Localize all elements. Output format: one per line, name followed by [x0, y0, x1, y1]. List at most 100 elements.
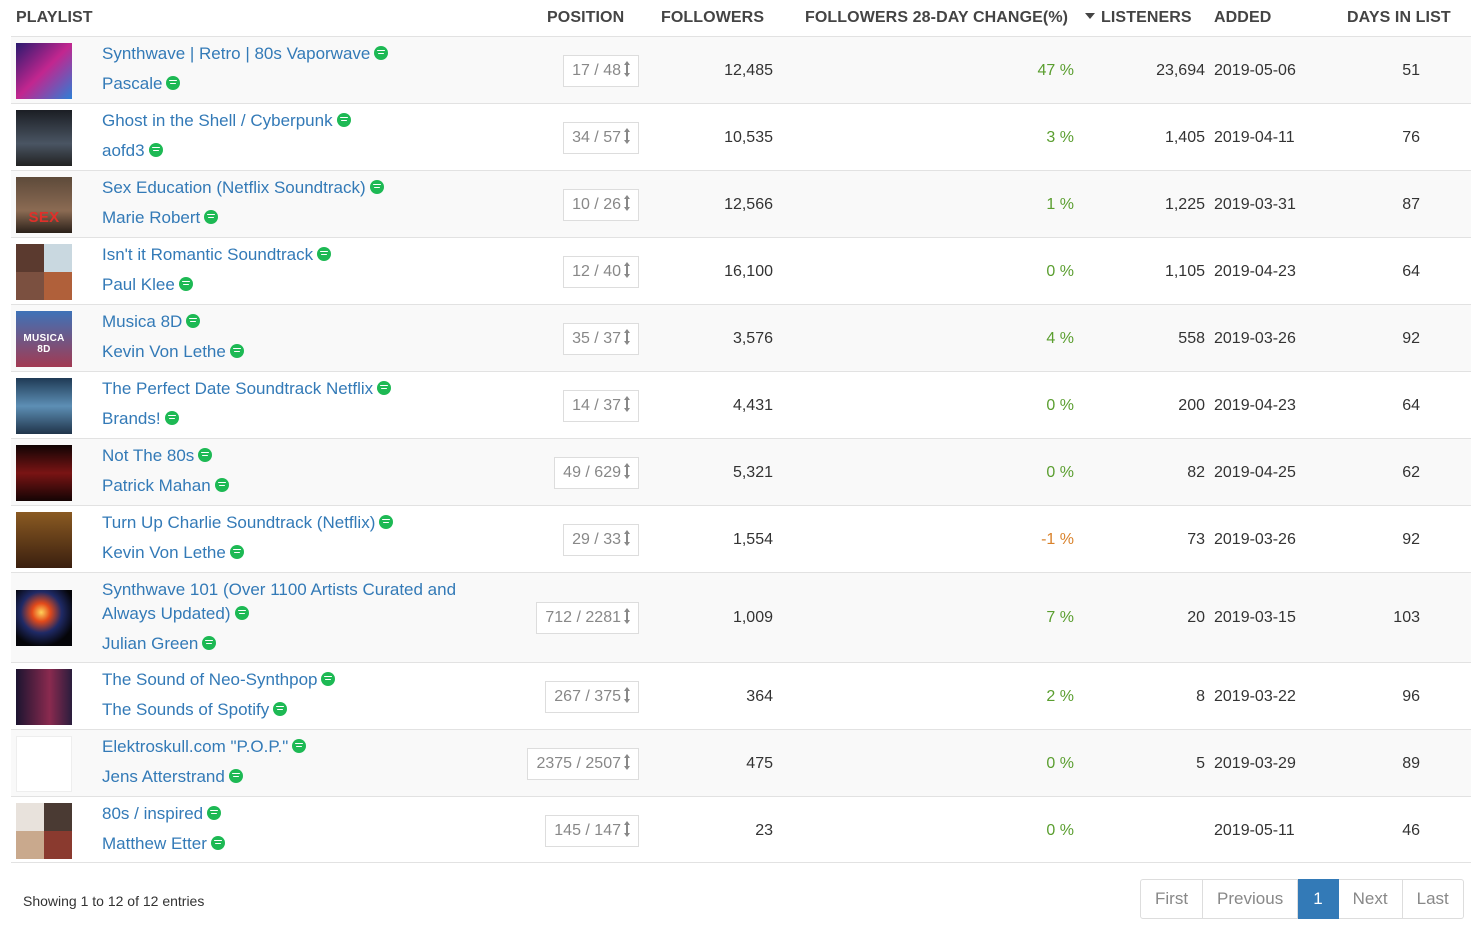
listeners-value: 200: [1178, 397, 1205, 414]
spotify-icon[interactable]: [214, 477, 229, 492]
playlist-cover-image[interactable]: SEX: [16, 177, 72, 233]
column-header-playlist[interactable]: PLAYLIST: [16, 9, 93, 27]
position-box[interactable]: 17 / 48: [563, 55, 639, 87]
playlist-cover-image[interactable]: [16, 244, 72, 300]
spotify-icon[interactable]: [229, 544, 244, 559]
spotify-icon[interactable]: [164, 410, 179, 425]
table-row: Not The 80s Patrick Mahan 49 / 629 5,321 0 %…: [11, 438, 1471, 505]
spotify-icon[interactable]: [336, 112, 351, 127]
spotify-icon[interactable]: [210, 835, 225, 850]
playlist-title-text: Sex Education (Netflix Soundtrack): [102, 178, 366, 197]
column-header-position[interactable]: POSITION: [547, 9, 624, 27]
spotify-icon[interactable]: [202, 635, 217, 650]
followers-change-value: 0 %: [1046, 397, 1074, 414]
playlist-owner-link[interactable]: Marie Robert: [102, 206, 219, 230]
spotify-icon[interactable]: [207, 805, 222, 820]
playlist-owner-link[interactable]: Matthew Etter: [102, 832, 225, 856]
position-box[interactable]: 12 / 40: [563, 256, 639, 288]
sort-desc-icon: [1085, 12, 1095, 19]
days-in-list-value: 92: [1402, 330, 1420, 347]
spotify-icon[interactable]: [166, 75, 181, 90]
playlist-cover-image[interactable]: MUSICA 8D: [16, 311, 72, 367]
pagination-page-button[interactable]: 1: [1298, 879, 1339, 919]
playlist-cover-image[interactable]: [16, 736, 72, 792]
playlist-owner-link[interactable]: Brands!: [102, 407, 179, 431]
column-header-listeners[interactable]: LISTENERS: [1085, 9, 1192, 27]
spotify-icon[interactable]: [178, 276, 193, 291]
spotify-icon[interactable]: [229, 343, 244, 358]
playlist-owner-link[interactable]: Kevin Von Lethe: [102, 340, 244, 364]
position-box[interactable]: 34 / 57: [563, 122, 639, 154]
playlist-cover-image[interactable]: [16, 669, 72, 725]
playlist-title-text: Ghost in the Shell / Cyberpunk: [102, 111, 333, 130]
playlist-cover-image[interactable]: [16, 378, 72, 434]
spotify-icon[interactable]: [198, 447, 213, 462]
table-row: Elektroskull.com "P.O.P." Jens Atterstran…: [11, 729, 1471, 796]
playlist-title-link[interactable]: Synthwave | Retro | 80s Vaporwave: [102, 42, 472, 66]
playlist-title-link[interactable]: Elektroskull.com "P.O.P.": [102, 735, 472, 759]
playlist-cover-image[interactable]: [16, 445, 72, 501]
followers-value: 23: [755, 822, 773, 839]
playlist-owner-link[interactable]: aofd3: [102, 139, 163, 163]
playlist-owner-link[interactable]: Jens Atterstrand: [102, 765, 243, 789]
playlist-title-link[interactable]: Turn Up Charlie Soundtrack (Netflix): [102, 511, 472, 535]
playlist-owner-text: Kevin Von Lethe: [102, 342, 226, 361]
playlist-title-link[interactable]: 80s / inspired: [102, 802, 472, 826]
playlist-title-link[interactable]: Isn't it Romantic Soundtrack: [102, 243, 472, 267]
pagination-next-button[interactable]: Next: [1338, 879, 1403, 919]
playlist-cover-image[interactable]: [16, 110, 72, 166]
playlist-owner-link[interactable]: Patrick Mahan: [102, 474, 229, 498]
playlist-cover-image[interactable]: [16, 43, 72, 99]
playlist-title-link[interactable]: The Perfect Date Soundtrack Netflix: [102, 377, 472, 401]
playlist-title-link[interactable]: Not The 80s: [102, 444, 472, 468]
cover-text: MUSICA 8D: [23, 333, 65, 355]
position-box[interactable]: 49 / 629: [554, 457, 639, 489]
position-box[interactable]: 35 / 37: [563, 323, 639, 355]
position-box[interactable]: 2375 / 2507: [527, 748, 639, 780]
playlist-title-link[interactable]: Ghost in the Shell / Cyberpunk: [102, 109, 472, 133]
column-header-added[interactable]: ADDED: [1214, 9, 1271, 27]
playlist-owner-link[interactable]: Kevin Von Lethe: [102, 541, 244, 565]
spotify-icon[interactable]: [234, 605, 249, 620]
spotify-icon[interactable]: [292, 738, 307, 753]
spotify-icon[interactable]: [321, 671, 336, 686]
pagination-first-button[interactable]: First: [1140, 879, 1204, 919]
pagination-previous-button[interactable]: Previous: [1203, 879, 1299, 919]
pagination-last-button[interactable]: Last: [1402, 879, 1464, 919]
position-box[interactable]: 10 / 26: [563, 189, 639, 221]
spotify-icon[interactable]: [204, 209, 219, 224]
spotify-icon[interactable]: [379, 514, 394, 529]
added-date-value: 2019-03-26: [1214, 531, 1296, 548]
playlist-cover-image[interactable]: [16, 803, 72, 859]
spotify-icon[interactable]: [369, 179, 384, 194]
spotify-icon[interactable]: [317, 246, 332, 261]
position-box[interactable]: 14 / 37: [563, 390, 639, 422]
playlist-title-link[interactable]: Synthwave 101 (Over 1100 Artists Curated…: [102, 578, 472, 626]
spotify-icon[interactable]: [228, 768, 243, 783]
cover-text: SEX: [28, 209, 60, 226]
column-header-followers[interactable]: FOLLOWERS: [661, 9, 764, 27]
spotify-icon[interactable]: [273, 701, 288, 716]
spotify-icon[interactable]: [374, 45, 389, 60]
playlist-title-link[interactable]: The Sound of Neo-Synthpop: [102, 668, 472, 692]
playlist-cover-image[interactable]: [16, 590, 72, 646]
position-value: 267 / 375: [554, 688, 621, 705]
playlist-title-link[interactable]: Musica 8D: [102, 310, 472, 334]
spotify-icon[interactable]: [148, 142, 163, 157]
column-header-days[interactable]: DAYS IN LIST: [1347, 9, 1451, 27]
playlist-owner-link[interactable]: Paul Klee: [102, 273, 193, 297]
column-header-followers-change[interactable]: FOLLOWERS 28-DAY CHANGE(%): [805, 9, 1068, 27]
playlist-owner-link[interactable]: The Sounds of Spotify: [102, 698, 288, 722]
spotify-icon[interactable]: [186, 313, 201, 328]
playlist-owner-link[interactable]: Pascale: [102, 72, 181, 96]
position-box[interactable]: 267 / 375: [545, 681, 639, 713]
added-date-value: 2019-03-29: [1214, 755, 1296, 772]
playlist-owner-link[interactable]: Julian Green: [102, 632, 217, 656]
position-box[interactable]: 712 / 2281: [536, 602, 639, 634]
playlist-cover-image[interactable]: [16, 512, 72, 568]
followers-change-value: -1 %: [1041, 531, 1074, 548]
position-box[interactable]: 145 / 147: [545, 815, 639, 847]
spotify-icon[interactable]: [377, 380, 392, 395]
position-box[interactable]: 29 / 33: [563, 524, 639, 556]
playlist-title-link[interactable]: Sex Education (Netflix Soundtrack): [102, 176, 472, 200]
